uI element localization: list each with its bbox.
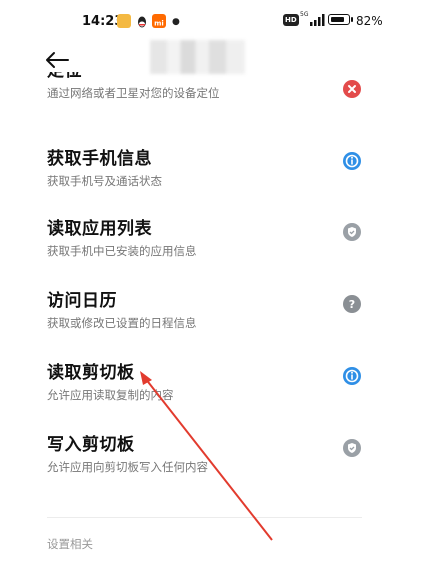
- qq-icon: [135, 14, 149, 28]
- permission-item-write-clipboard[interactable]: 写入剪切板 允许应用向剪切板写入任何内容: [47, 430, 367, 475]
- permission-item-calendar[interactable]: 访问日历 获取或修改已设置的日程信息: [47, 286, 367, 331]
- permission-desc: 通过网络或者卫星对您的设备定位: [47, 86, 220, 100]
- permission-desc: 获取手机中已安装的应用信息: [47, 244, 197, 258]
- permission-item-phone-info[interactable]: 获取手机信息 获取手机号及通话状态: [47, 144, 367, 189]
- svg-text:?: ?: [349, 298, 355, 311]
- permission-item-location[interactable]: 定位 通过网络或者卫星对您的设备定位: [47, 72, 367, 112]
- blurred-app-title: [150, 40, 245, 74]
- red-x-icon: [343, 80, 361, 98]
- battery-tip: [351, 17, 353, 22]
- shield-check-icon[interactable]: [343, 223, 361, 241]
- hd-icon: HD: [283, 14, 299, 26]
- permission-desc: 获取或修改已设置的日程信息: [47, 316, 197, 330]
- divider: [47, 517, 362, 518]
- info-blue-icon[interactable]: [343, 367, 361, 385]
- section-label-settings: 设置相关: [47, 537, 93, 551]
- permission-title: 读取应用列表: [47, 219, 152, 239]
- permission-desc: 允许应用向剪切板写入任何内容: [47, 460, 208, 474]
- question-icon[interactable]: ?: [343, 295, 361, 313]
- arrow-left-icon[interactable]: [44, 50, 70, 70]
- status-bar: 14:23 mi ● HD 5G 82%: [0, 0, 440, 44]
- mi-app-icon: mi: [152, 14, 166, 28]
- shield-check-icon[interactable]: [343, 439, 361, 457]
- permission-desc: 获取手机号及通话状态: [47, 174, 162, 188]
- notification-app-icon: [117, 14, 131, 28]
- permission-title: 读取剪切板: [47, 363, 135, 383]
- signal-icon: [310, 14, 325, 26]
- permission-title: 获取手机信息: [47, 149, 152, 169]
- info-blue-icon[interactable]: [343, 152, 361, 170]
- permission-desc: 允许应用读取复制的内容: [47, 388, 174, 402]
- dot-icon: ●: [172, 17, 180, 27]
- permission-title: 写入剪切板: [47, 435, 135, 455]
- battery-icon: [328, 14, 350, 25]
- battery-percent: 82%: [356, 14, 383, 28]
- permission-title: 访问日历: [47, 291, 117, 311]
- svg-text:mi: mi: [154, 20, 164, 28]
- network-type: 5G: [300, 11, 309, 18]
- permission-item-app-list[interactable]: 读取应用列表 获取手机中已安装的应用信息: [47, 214, 367, 259]
- permission-title: 定位: [47, 72, 367, 81]
- permission-item-read-clipboard[interactable]: 读取剪切板 允许应用读取复制的内容: [47, 358, 367, 403]
